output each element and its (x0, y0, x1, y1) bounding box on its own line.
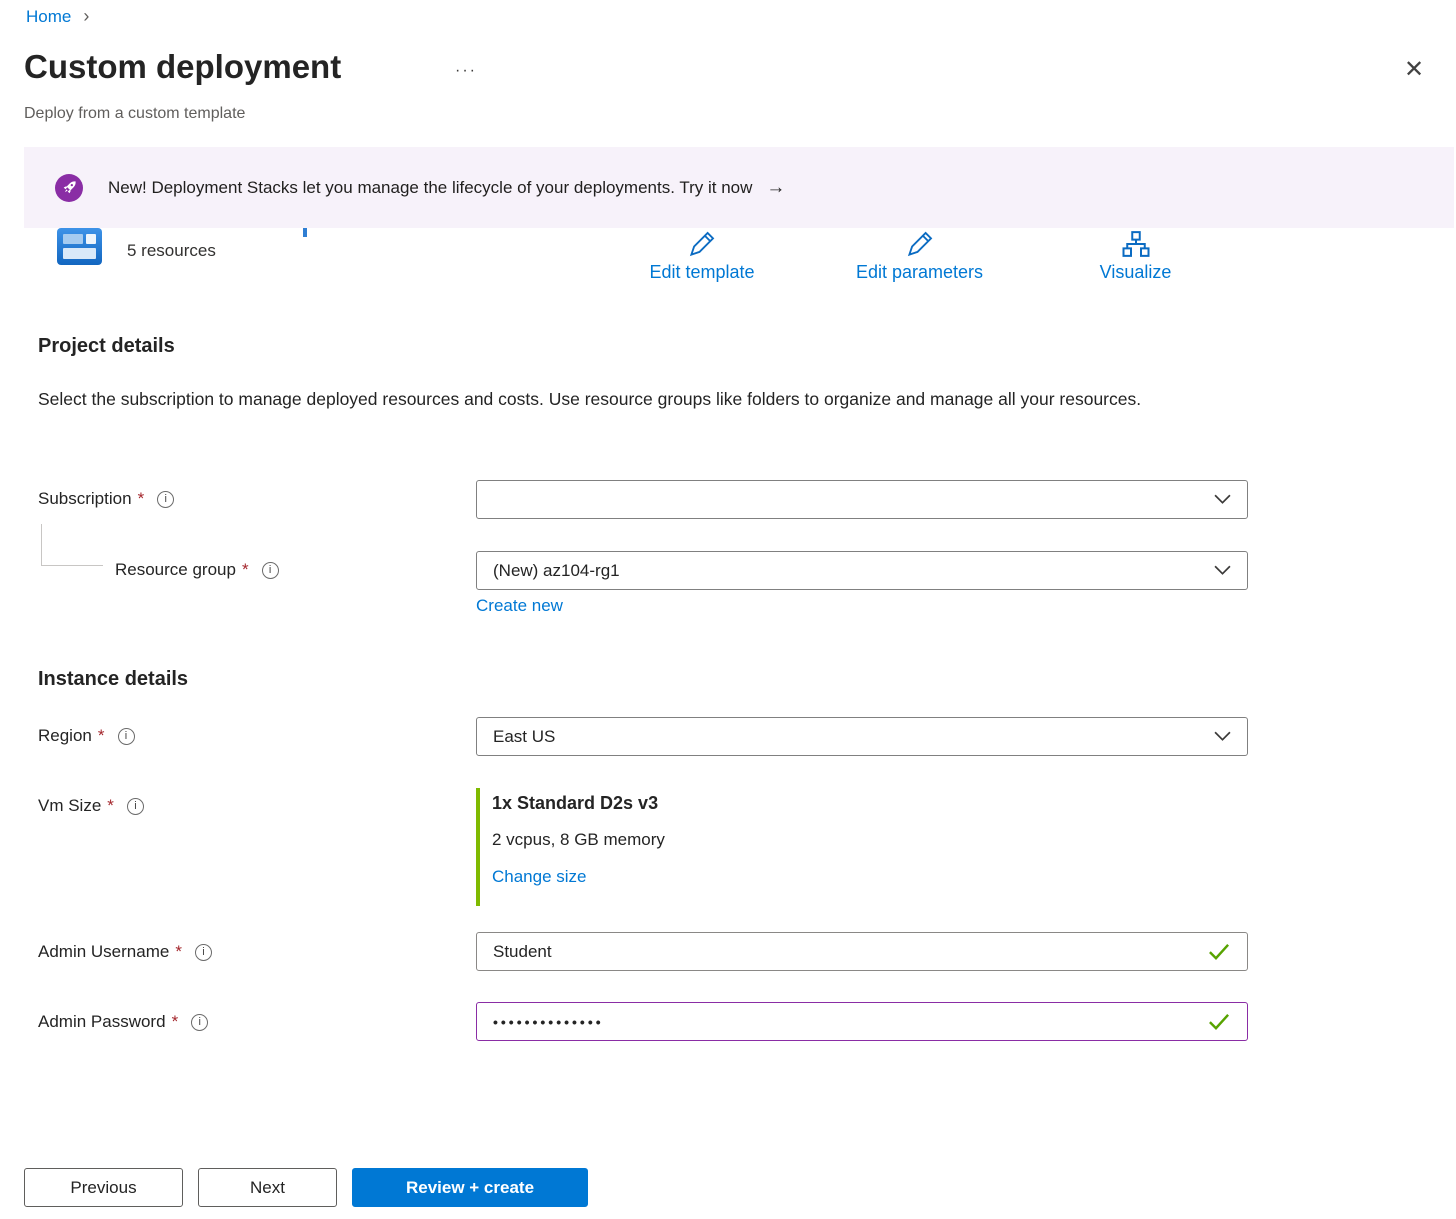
check-icon (1208, 1013, 1230, 1030)
project-details-heading: Project details (38, 335, 175, 358)
subscription-dropdown[interactable] (476, 480, 1248, 519)
admin-username-input[interactable] (476, 932, 1248, 971)
template-icon (57, 228, 102, 265)
page-subtitle: Deploy from a custom template (24, 105, 245, 123)
admin-password-label: Admin Password * i (38, 1012, 208, 1032)
instance-details-heading: Instance details (38, 668, 188, 691)
edit-parameters-button[interactable]: Edit parameters (832, 228, 1007, 283)
chevron-down-icon (1214, 562, 1231, 580)
breadcrumb: Home › (26, 6, 89, 27)
info-icon[interactable]: i (127, 798, 144, 815)
template-icon-block (63, 248, 96, 259)
stray-cursor-mark (303, 228, 307, 237)
deployment-stacks-banner[interactable]: New! Deployment Stacks let you manage th… (24, 147, 1454, 228)
visualize-label: Visualize (1100, 262, 1172, 283)
resource-group-label: Resource group * i (115, 560, 279, 580)
breadcrumb-home-link[interactable]: Home (26, 7, 71, 27)
required-asterisk: * (172, 1012, 179, 1032)
info-icon[interactable]: i (195, 944, 212, 961)
subscription-label-text: Subscription (38, 489, 132, 509)
required-asterisk: * (242, 560, 249, 580)
region-dropdown[interactable]: East US (476, 717, 1248, 756)
project-details-description: Select the subscription to manage deploy… (38, 383, 1193, 415)
visualize-button[interactable]: Visualize (1063, 228, 1208, 283)
pencil-icon (687, 228, 717, 259)
resource-group-label-text: Resource group (115, 560, 236, 580)
region-label-text: Region (38, 726, 92, 746)
vm-size-label-text: Vm Size (38, 796, 101, 816)
region-value: East US (493, 727, 1214, 747)
chevron-down-icon (1214, 728, 1231, 746)
banner-message: New! Deployment Stacks let you manage th… (108, 178, 752, 198)
edit-parameters-label: Edit parameters (856, 262, 983, 283)
required-asterisk: * (107, 796, 114, 816)
chevron-down-icon (1214, 491, 1231, 509)
admin-password-label-text: Admin Password (38, 1012, 166, 1032)
vm-size-label: Vm Size * i (38, 796, 144, 816)
pencil-icon (905, 228, 935, 259)
vm-size-accent-bar (476, 788, 480, 906)
change-size-link[interactable]: Change size (492, 867, 587, 887)
resource-group-dropdown[interactable]: (New) az104-rg1 (476, 551, 1248, 590)
edit-template-button[interactable]: Edit template (627, 228, 777, 283)
admin-username-label-text: Admin Username (38, 942, 169, 962)
rocket-icon (55, 174, 83, 202)
arrow-right-icon[interactable]: → (766, 177, 785, 199)
subscription-label: Subscription * i (38, 489, 174, 509)
required-asterisk: * (98, 726, 105, 746)
info-icon[interactable]: i (157, 491, 174, 508)
resources-count-label: 5 resources (127, 241, 216, 261)
region-label: Region * i (38, 726, 135, 746)
create-new-link[interactable]: Create new (476, 596, 563, 616)
field-connector-line (41, 565, 103, 566)
close-icon[interactable]: ✕ (1404, 58, 1424, 82)
vm-size-specs: 2 vcpus, 8 GB memory (492, 830, 665, 850)
admin-username-label: Admin Username * i (38, 942, 212, 962)
info-icon[interactable]: i (191, 1014, 208, 1031)
review-create-button[interactable]: Review + create (352, 1168, 588, 1207)
template-icon-block (86, 234, 96, 244)
vm-size-selection: 1x Standard D2s v3 (492, 793, 658, 814)
more-options-icon[interactable]: ··· (455, 62, 477, 80)
required-asterisk: * (175, 942, 182, 962)
next-button[interactable]: Next (198, 1168, 337, 1207)
check-icon (1208, 943, 1230, 960)
resource-group-value: (New) az104-rg1 (493, 561, 1214, 581)
field-connector-line (41, 524, 42, 565)
required-asterisk: * (138, 489, 145, 509)
edit-template-label: Edit template (649, 262, 754, 283)
page-title: Custom deployment (24, 48, 341, 86)
org-chart-icon (1121, 228, 1151, 259)
info-icon[interactable]: i (262, 562, 279, 579)
previous-button[interactable]: Previous (24, 1168, 183, 1207)
template-icon-block (63, 234, 83, 244)
custom-deployment-page: Home › Custom deployment ··· ✕ Deploy fr… (0, 0, 1456, 1219)
chevron-right-icon: › (83, 6, 89, 27)
admin-password-input[interactable] (476, 1002, 1248, 1041)
info-icon[interactable]: i (118, 728, 135, 745)
